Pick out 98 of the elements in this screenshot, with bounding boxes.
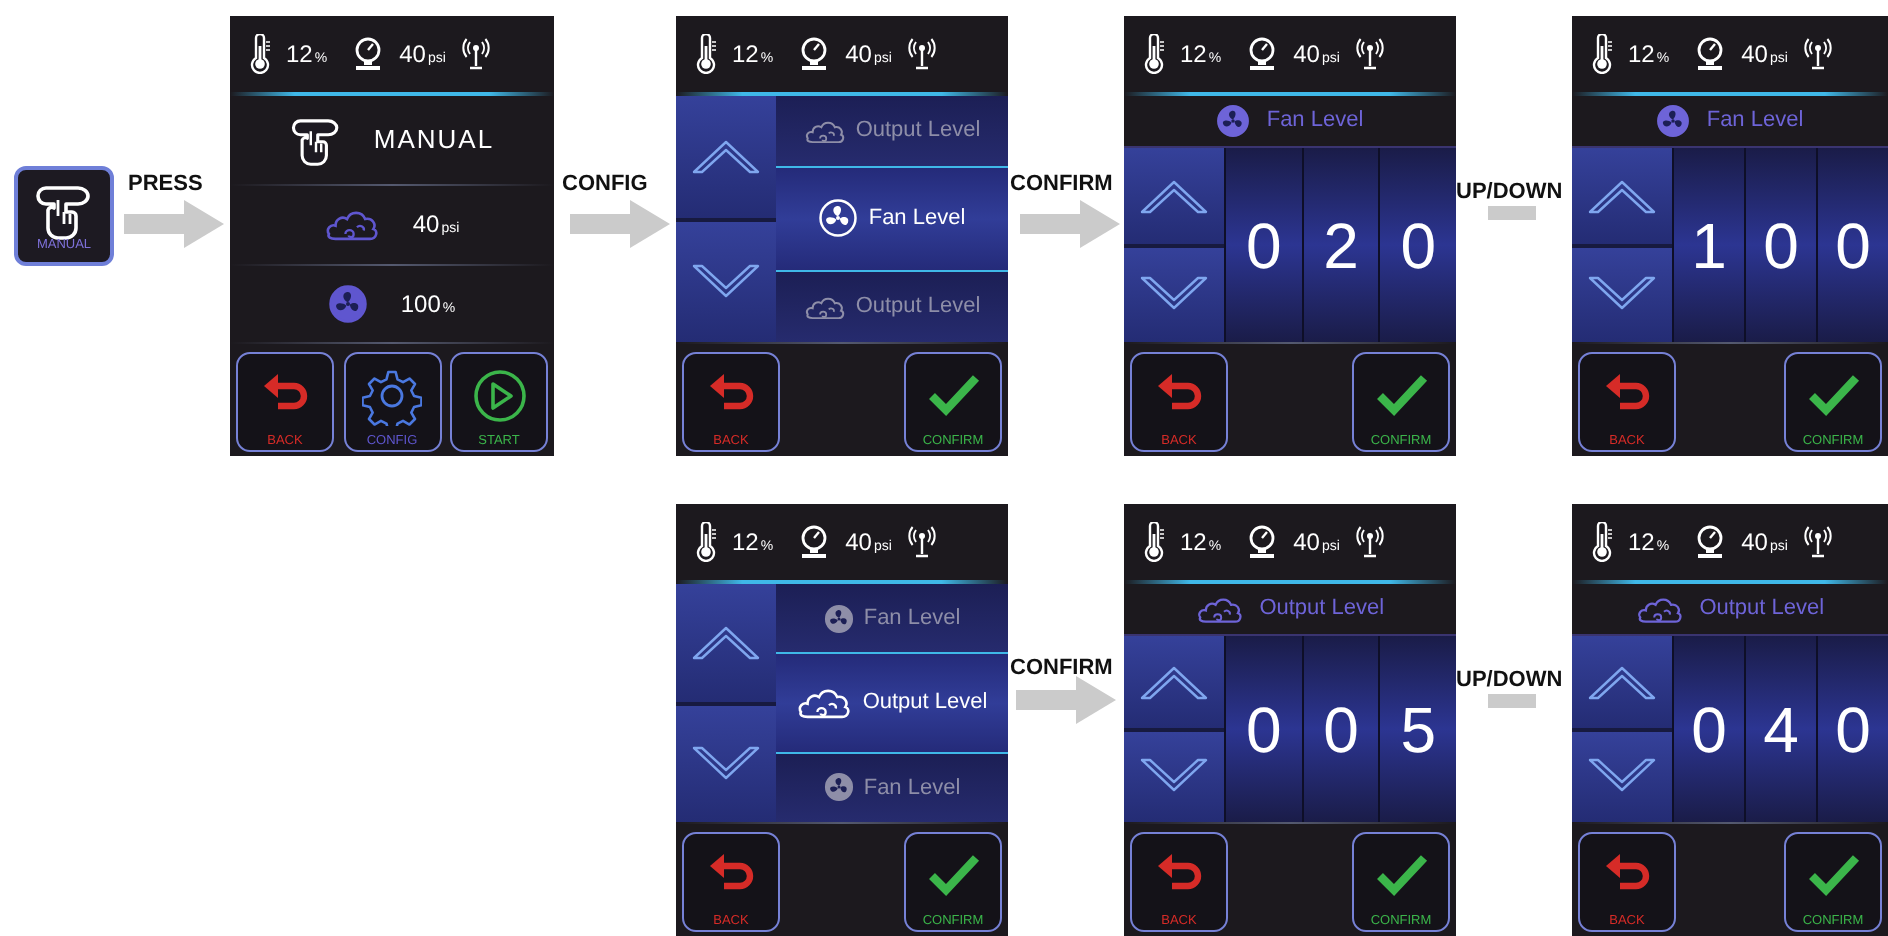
digit: 0 [1245, 207, 1282, 285]
up-button[interactable] [1572, 636, 1672, 727]
down-button[interactable] [676, 705, 776, 822]
thermometer-icon [1144, 34, 1164, 74]
antenna-icon [1355, 38, 1384, 70]
flow-arrow [570, 200, 670, 248]
menu-item[interactable]: Output Level [776, 271, 1008, 342]
checkmark-icon [1375, 372, 1427, 421]
fan-icon [818, 198, 859, 239]
chevron-down-icon [690, 261, 762, 302]
down-button[interactable] [676, 221, 776, 342]
mode-title: MANUAL [373, 122, 495, 159]
step-label: UP/DOWN [1456, 666, 1563, 696]
connector-bar [1488, 694, 1536, 708]
thermometer-icon [1592, 34, 1612, 74]
step-label: CONFIG [562, 170, 648, 200]
fan-icon [823, 772, 854, 803]
fan-icon [1216, 104, 1251, 138]
setting-heading: Fan Level [1706, 106, 1804, 137]
gauge-icon [797, 524, 830, 560]
checkmark-icon [1807, 372, 1859, 421]
digit: 0 [1835, 207, 1871, 285]
flow-arrow [1020, 200, 1120, 248]
gauge-icon [1693, 36, 1726, 72]
digit: 1 [1691, 207, 1727, 285]
checkmark-icon [927, 372, 979, 421]
fan-icon [328, 283, 369, 324]
menu-item[interactable]: Output Level [776, 96, 1008, 167]
digit: 0 [1400, 207, 1437, 285]
chevron-down-icon [1586, 756, 1658, 797]
chevron-up-icon [1586, 661, 1658, 702]
menu-item[interactable]: Fan Level [776, 753, 1008, 822]
antenna-icon [907, 38, 936, 70]
setting-heading: Fan Level [1266, 106, 1364, 137]
step-label: PRESS [128, 170, 203, 200]
fan-icon [1656, 104, 1691, 138]
chevron-down-icon [1138, 274, 1210, 315]
step-label: CONFIRM [1010, 170, 1113, 200]
antenna-icon [1803, 526, 1832, 558]
gauge-icon [1245, 36, 1278, 72]
chevron-up-icon [690, 622, 762, 663]
digit: 5 [1400, 691, 1437, 769]
antenna-icon [1803, 38, 1832, 70]
digit: 0 [1835, 691, 1871, 769]
gauge-icon [351, 36, 384, 72]
antenna-icon [1355, 526, 1384, 558]
step-label: UP/DOWN [1456, 178, 1563, 208]
thermometer-icon [696, 34, 716, 74]
cloud-icon [803, 116, 846, 147]
fan-icon [823, 603, 854, 634]
thermometer-icon [696, 522, 716, 562]
flow-arrow [124, 200, 224, 248]
antenna-icon [461, 38, 490, 70]
setting-heading: Output Level [1699, 594, 1825, 625]
gauge-icon [797, 36, 830, 72]
digit: 0 [1763, 207, 1799, 285]
chevron-up-icon [690, 136, 762, 177]
down-button[interactable] [1124, 731, 1224, 822]
thermometer-icon [1592, 522, 1612, 562]
chevron-down-icon [1586, 274, 1658, 315]
thermometer-icon [250, 34, 270, 74]
digit: 0 [1245, 691, 1282, 769]
up-button[interactable] [1124, 636, 1224, 727]
thermometer-icon [1144, 522, 1164, 562]
down-button[interactable] [1572, 247, 1672, 342]
play-icon [471, 368, 527, 425]
connector-bar [1488, 206, 1536, 220]
up-button[interactable] [1124, 148, 1224, 243]
chevron-down-icon [690, 743, 762, 784]
menu-item[interactable]: Fan Level [776, 584, 1008, 653]
menu-item[interactable]: Fan Level [776, 166, 1008, 272]
checkmark-icon [1807, 852, 1859, 901]
setting-heading: Output Level [1259, 594, 1385, 625]
down-button[interactable] [1124, 247, 1224, 342]
chevron-down-icon [1138, 756, 1210, 797]
digit: 4 [1763, 691, 1799, 769]
gauge-icon [1245, 524, 1278, 560]
chevron-up-icon [1138, 175, 1210, 216]
menu-item[interactable]: Output Level [776, 652, 1008, 754]
digit: 0 [1691, 691, 1727, 769]
step-label: CONFIRM [1010, 654, 1113, 684]
up-button[interactable] [1572, 148, 1672, 243]
cloud-icon [1635, 592, 1684, 626]
gauge-icon [1693, 524, 1726, 560]
chevron-up-icon [1586, 175, 1658, 216]
up-button[interactable] [676, 584, 776, 701]
digit: 0 [1323, 691, 1359, 769]
flow-arrow [1016, 676, 1116, 724]
checkmark-icon [927, 852, 979, 901]
chevron-up-icon [1138, 661, 1210, 702]
antenna-icon [907, 526, 936, 558]
up-button[interactable] [676, 96, 776, 217]
cloud-icon [1195, 592, 1244, 626]
gear-icon [362, 366, 422, 427]
down-button[interactable] [1572, 731, 1672, 822]
hand-icon [289, 114, 342, 167]
checkmark-icon [1375, 852, 1427, 901]
digit: 2 [1323, 207, 1359, 285]
